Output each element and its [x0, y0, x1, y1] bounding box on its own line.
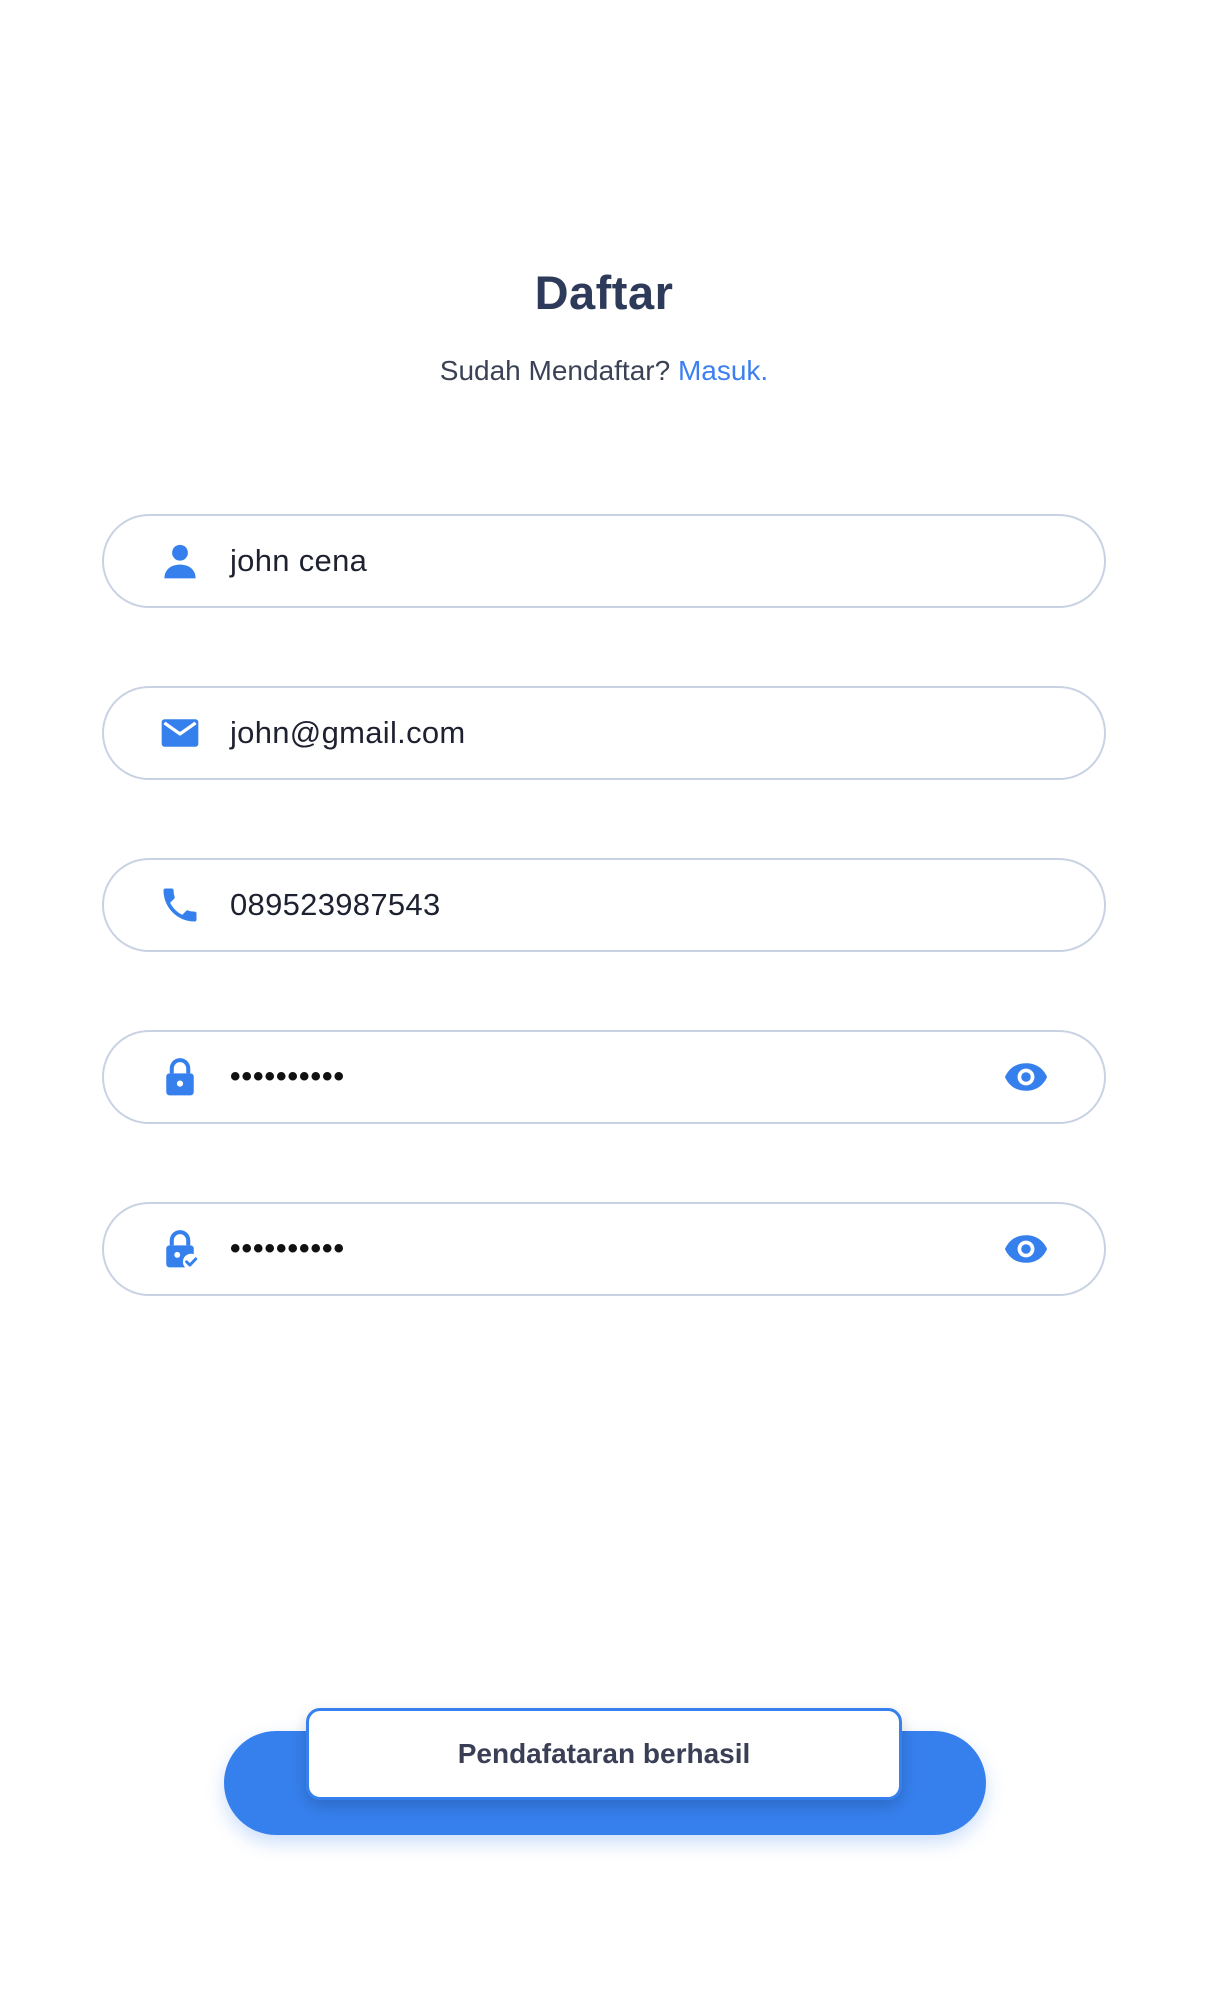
phone-input[interactable]: 089523987543 [230, 860, 441, 950]
success-toast: Pendafataran berhasil [306, 1708, 902, 1800]
confirm-password-input[interactable]: •••••••••• [230, 1204, 345, 1294]
login-prompt-text: Sudah Mendaftar? [439, 355, 671, 386]
eye-icon[interactable] [1002, 1227, 1050, 1271]
email-input[interactable]: john@gmail.com [230, 688, 466, 778]
password-field[interactable]: •••••••••• [102, 1030, 1106, 1124]
confirm-password-field[interactable]: •••••••••• [102, 1202, 1106, 1296]
email-field[interactable]: john@gmail.com [102, 686, 1106, 780]
lock-check-icon [158, 1227, 202, 1271]
eye-icon[interactable] [1002, 1055, 1050, 1099]
mail-icon [158, 711, 202, 755]
login-prompt: Sudah Mendaftar? Masuk. [0, 355, 1208, 387]
phone-icon [158, 883, 202, 927]
person-icon [158, 539, 202, 583]
page-title: Daftar [534, 266, 674, 319]
name-input[interactable]: john cena [230, 516, 367, 606]
password-input[interactable]: •••••••••• [230, 1032, 345, 1122]
lock-icon [158, 1055, 202, 1099]
phone-field[interactable]: 089523987543 [102, 858, 1106, 952]
login-link[interactable]: Masuk. [678, 355, 768, 386]
name-field[interactable]: john cena [102, 514, 1106, 608]
